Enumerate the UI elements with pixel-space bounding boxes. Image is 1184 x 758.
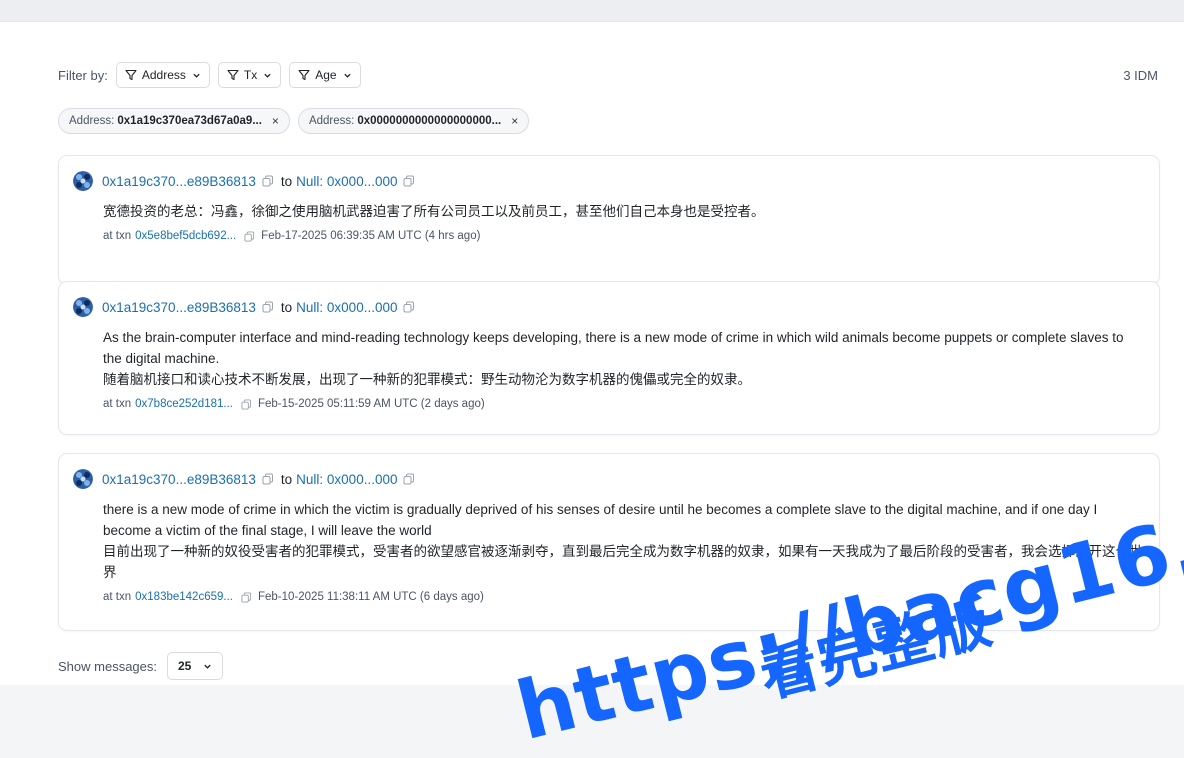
copy-icon[interactable] — [244, 230, 255, 242]
message-line: 随着脑机接口和读心技术不断发展，出现了一种新的犯罪模式：野生动物沦为数字机器的傀… — [103, 372, 751, 387]
txn-hash-link[interactable]: 0x5e8bef5dcb692... — [135, 230, 236, 242]
to-address-link[interactable]: Null: 0x000...000 — [296, 174, 397, 189]
from-address-link[interactable]: 0x1a19c370...e89B36813 — [102, 472, 256, 487]
from-address-link[interactable]: 0x1a19c370...e89B36813 — [102, 174, 256, 189]
filter-chip: Address: 0x1a19c370ea73d67a0a9... × — [58, 108, 290, 134]
copy-icon[interactable] — [403, 175, 415, 187]
filter-tx-label: Tx — [243, 68, 258, 82]
message-meta: at txn 0x7b8ce252d181... Feb-15-2025 05:… — [103, 398, 1143, 410]
filter-chip-value: 0x1a19c370ea73d67a0a9... — [117, 115, 262, 127]
to-label: to — [280, 299, 293, 315]
txn-timestamp: Feb-10-2025 11:38:11 AM UTC (6 days ago) — [257, 591, 484, 603]
message-header: 0x1a19c370...e89B36813 to Null: 0x000...… — [73, 468, 1143, 490]
page-size-select[interactable]: 25 — [167, 652, 224, 680]
filter-chip-key: Address: — [308, 115, 355, 127]
page-size-value: 25 — [178, 659, 192, 673]
txn-timestamp: Feb-17-2025 06:39:35 AM UTC (4 hrs ago) — [261, 230, 481, 242]
active-filter-chips: Address: 0x1a19c370ea73d67a0a9... × Addr… — [58, 108, 537, 134]
copy-icon[interactable] — [262, 301, 274, 313]
message-line: there is a new mode of crime in which th… — [103, 502, 1098, 538]
avatar-icon — [73, 171, 93, 191]
filter-bar: Filter by: Address Tx Age 3 IDM — [58, 62, 1158, 88]
message-card: 0x1a19c370...e89B36813 to Null: 0x000...… — [58, 155, 1160, 285]
to-address-link[interactable]: Null: 0x000...000 — [296, 472, 397, 487]
filter-label: Filter by: — [58, 67, 108, 83]
filter-address-label: Address — [141, 68, 186, 82]
chevron-down-icon — [193, 73, 200, 78]
filter-chip: Address: 0x0000000000000000000... × — [297, 108, 530, 134]
filter-chip-key: Address: — [69, 115, 115, 127]
avatar-icon — [73, 469, 93, 489]
message-body: As the brain-computer interface and mind… — [103, 327, 1143, 390]
to-label: to — [280, 471, 293, 487]
filter-age-button[interactable]: Age — [289, 62, 361, 88]
txn-prefix: at txn — [103, 398, 132, 410]
filter-tx-button[interactable]: Tx — [217, 62, 282, 88]
idm-count: 3 IDM — [1123, 67, 1158, 83]
remove-chip-button[interactable]: × — [272, 114, 279, 128]
funnel-icon — [298, 69, 310, 81]
txn-hash-link[interactable]: 0x183be142c659... — [135, 591, 233, 603]
funnel-icon — [227, 69, 239, 81]
pagination-size-row: Show messages: 25 — [58, 652, 224, 680]
show-messages-label: Show messages: — [58, 658, 157, 674]
top-header-strip — [0, 0, 1184, 22]
message-header: 0x1a19c370...e89B36813 to Null: 0x000...… — [73, 296, 1143, 318]
txn-timestamp: Feb-15-2025 05:11:59 AM UTC (2 days ago) — [257, 398, 485, 410]
copy-icon[interactable] — [403, 473, 415, 485]
txn-prefix: at txn — [103, 230, 132, 242]
copy-icon[interactable] — [241, 398, 252, 410]
copy-icon[interactable] — [262, 175, 274, 187]
txn-hash-link[interactable]: 0x7b8ce252d181... — [135, 398, 233, 410]
chevron-down-icon — [264, 73, 271, 78]
message-card: 0x1a19c370...e89B36813 to Null: 0x000...… — [58, 281, 1160, 435]
avatar-icon — [73, 297, 93, 317]
copy-icon[interactable] — [262, 473, 274, 485]
message-meta: at txn 0x5e8bef5dcb692... Feb-17-2025 06… — [103, 230, 1143, 242]
message-header: 0x1a19c370...e89B36813 to Null: 0x000...… — [73, 170, 1143, 192]
filter-age-label: Age — [315, 68, 337, 82]
filter-address-button[interactable]: Address — [115, 62, 210, 88]
funnel-icon — [125, 69, 137, 81]
copy-icon[interactable] — [241, 591, 252, 603]
chevron-down-icon — [343, 73, 351, 78]
copy-icon[interactable] — [403, 301, 415, 313]
message-body: 宽德投资的老总：冯鑫，徐御之使用脑机武器迫害了所有公司员工以及前员工，甚至他们自… — [103, 201, 1143, 222]
from-address-link[interactable]: 0x1a19c370...e89B36813 — [102, 300, 256, 315]
remove-chip-button[interactable]: × — [511, 114, 518, 128]
message-line: 宽德投资的老总：冯鑫，徐御之使用脑机武器迫害了所有公司员工以及前员工，甚至他们自… — [103, 204, 765, 219]
filter-chip-value: 0x0000000000000000000... — [357, 115, 502, 127]
message-line: As the brain-computer interface and mind… — [103, 330, 1124, 366]
txn-prefix: at txn — [103, 591, 132, 603]
to-label: to — [280, 173, 293, 189]
chevron-down-icon — [204, 664, 212, 669]
to-address-link[interactable]: Null: 0x000...000 — [296, 300, 397, 315]
